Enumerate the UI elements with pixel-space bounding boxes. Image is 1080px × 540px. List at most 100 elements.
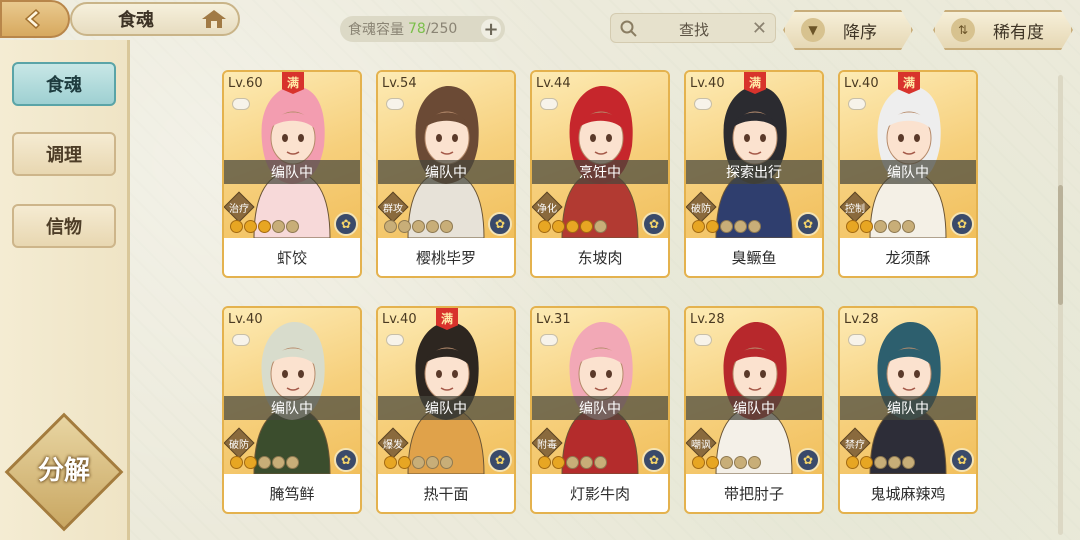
level-label: Lv.40 — [228, 312, 263, 327]
back-button[interactable] — [0, 0, 70, 38]
sort-order-button[interactable]: ▼ 降序 — [783, 10, 913, 50]
character-name: 热干面 — [378, 474, 514, 512]
emblem-icon: ✿ — [334, 212, 358, 236]
role-label: 破防 — [229, 440, 249, 451]
max-level-badge: 满 — [436, 308, 458, 330]
level-label: Lv.40 — [844, 76, 879, 91]
star-icon — [874, 220, 887, 233]
plus-icon[interactable]: + — [481, 19, 501, 40]
tab-label: 食魂 — [46, 75, 82, 96]
chat-bubble-icon — [848, 334, 866, 346]
star-icon — [846, 456, 859, 469]
level-label: Lv.31 — [536, 312, 571, 327]
scrollbar-thumb[interactable] — [1058, 185, 1063, 305]
search-input[interactable]: 查找 — [679, 19, 709, 40]
status-label: 编队中 — [224, 396, 360, 420]
capacity-label: 食魂容量 — [348, 22, 404, 38]
role-label: 净化 — [537, 204, 557, 215]
character-name: 带把肘子 — [686, 474, 822, 512]
decompose-label[interactable]: 分解 — [22, 450, 106, 487]
status-label: 编队中 — [840, 396, 976, 420]
food-soul-card[interactable]: Lv.54 编队中 群攻 ✿ 樱桃毕罗 — [376, 70, 516, 278]
star-icon — [594, 456, 607, 469]
role-label: 爆发 — [383, 440, 403, 451]
status-label: 编队中 — [378, 160, 514, 184]
level-label: Lv.28 — [690, 312, 725, 327]
star-icon — [594, 220, 607, 233]
food-soul-card[interactable]: Lv.40 满 探索出行 破防 ✿ 臭鳜鱼 — [684, 70, 824, 278]
food-soul-card[interactable]: Lv.28 编队中 禁疗 ✿ 鬼城麻辣鸡 — [838, 306, 978, 514]
star-icon — [902, 456, 915, 469]
chat-bubble-icon — [694, 334, 712, 346]
star-icon — [286, 456, 299, 469]
search-box[interactable]: 查找 ✕ — [610, 13, 776, 43]
max-level-badge: 满 — [744, 72, 766, 94]
food-soul-card[interactable]: Lv.40 满 编队中 爆发 ✿ 热干面 — [376, 306, 516, 514]
star-icon — [398, 220, 411, 233]
character-name: 东坡肉 — [532, 238, 668, 276]
star-icon — [258, 456, 271, 469]
star-rating — [230, 220, 299, 233]
emblem-icon: ✿ — [488, 448, 512, 472]
star-icon — [384, 456, 397, 469]
star-icon — [412, 456, 425, 469]
food-soul-card[interactable]: Lv.44 烹饪中 净化 ✿ 东坡肉 — [530, 70, 670, 278]
food-soul-card[interactable]: Lv.40 编队中 破防 ✿ 腌笃鲜 — [222, 306, 362, 514]
level-label: Lv.40 — [690, 76, 725, 91]
star-icon — [580, 220, 593, 233]
emblem-icon: ✿ — [334, 448, 358, 472]
character-name: 鬼城麻辣鸡 — [840, 474, 976, 512]
star-icon — [244, 220, 257, 233]
chat-bubble-icon — [540, 98, 558, 110]
status-label: 编队中 — [840, 160, 976, 184]
sort-key-label: 稀有度 — [993, 22, 1044, 43]
chat-bubble-icon — [232, 334, 250, 346]
home-icon[interactable] — [200, 8, 228, 30]
role-badge: 群攻 — [378, 191, 409, 223]
star-icon — [580, 456, 593, 469]
star-icon — [272, 220, 285, 233]
emblem-icon: ✿ — [950, 212, 974, 236]
character-name: 腌笃鲜 — [224, 474, 360, 512]
star-icon — [706, 220, 719, 233]
emblem-icon: ✿ — [642, 448, 666, 472]
food-soul-card[interactable]: Lv.40 满 编队中 控制 ✿ 龙须酥 — [838, 70, 978, 278]
status-label: 编队中 — [224, 160, 360, 184]
star-icon — [706, 456, 719, 469]
search-icon — [620, 20, 637, 37]
food-soul-card[interactable]: Lv.28 编队中 嘲讽 ✿ 带把肘子 — [684, 306, 824, 514]
star-icon — [734, 456, 747, 469]
star-rating — [538, 220, 607, 233]
food-soul-card[interactable]: Lv.60 满 编队中 治疗 ✿ 虾饺 — [222, 70, 362, 278]
role-label: 治疗 — [229, 204, 249, 215]
character-name: 樱桃毕罗 — [378, 238, 514, 276]
star-icon — [440, 456, 453, 469]
role-badge: 嘲讽 — [686, 427, 717, 459]
chat-bubble-icon — [386, 334, 404, 346]
star-icon — [888, 456, 901, 469]
capacity-current: 78 — [408, 21, 426, 37]
capacity-max: /250 — [425, 21, 458, 37]
chat-bubble-icon — [232, 98, 250, 110]
role-label: 群攻 — [383, 204, 403, 215]
food-soul-card[interactable]: Lv.31 编队中 附毒 ✿ 灯影牛肉 — [530, 306, 670, 514]
clear-icon[interactable]: ✕ — [752, 18, 767, 39]
star-icon — [860, 456, 873, 469]
status-label: 烹饪中 — [532, 160, 668, 184]
tab-seasoning[interactable]: 调理 — [12, 132, 116, 176]
sort-key-button[interactable]: ⇅ 稀有度 — [933, 10, 1073, 50]
page-title-bar: 食魂 — [70, 2, 240, 36]
capacity-indicator: 食魂容量 78/250 + — [340, 16, 505, 42]
emblem-icon: ✿ — [488, 212, 512, 236]
role-badge: 破防 — [224, 427, 255, 459]
tab-keepsakes[interactable]: 信物 — [12, 204, 116, 248]
star-icon — [398, 456, 411, 469]
max-level-badge: 满 — [282, 72, 304, 94]
emblem-icon: ✿ — [950, 448, 974, 472]
scrollbar[interactable] — [1058, 75, 1063, 535]
sort-rarity-icon: ⇅ — [951, 18, 975, 42]
role-badge: 爆发 — [378, 427, 409, 459]
star-icon — [552, 220, 565, 233]
star-icon — [440, 220, 453, 233]
tab-food-souls[interactable]: 食魂 — [12, 62, 116, 106]
